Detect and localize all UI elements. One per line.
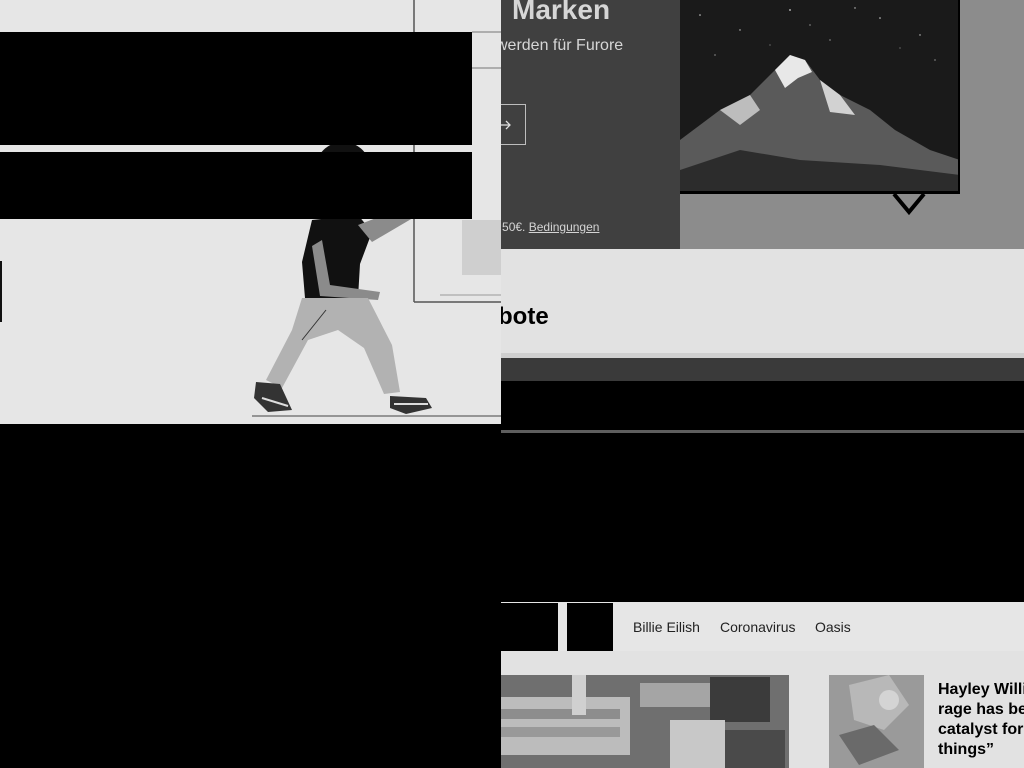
band-divider bbox=[480, 430, 1024, 433]
promo-subtitle: werden für Furore bbox=[496, 37, 624, 54]
trending-link-oasis[interactable]: Oasis bbox=[815, 619, 851, 635]
promo-title: Marken bbox=[512, 0, 611, 25]
article-title[interactable]: Hayley Willi rage has be catalyst for th… bbox=[938, 680, 1024, 760]
scroll-edge-marker bbox=[0, 261, 2, 322]
trending-icon-block[interactable] bbox=[567, 603, 613, 651]
terms-link[interactable]: Bedingungen bbox=[529, 220, 600, 234]
trending-label-block[interactable] bbox=[501, 603, 558, 651]
offers-heading: bote bbox=[498, 303, 549, 330]
mountain-image bbox=[680, 0, 958, 191]
redacted-block-top bbox=[0, 32, 472, 145]
trending-link-billie-eilish[interactable]: Billie Eilish bbox=[633, 619, 700, 635]
ad-placeholder bbox=[480, 381, 1024, 602]
legal-amount: 50€. bbox=[502, 220, 526, 234]
overlay-lower-panel bbox=[0, 424, 501, 768]
dark-band bbox=[480, 358, 1024, 382]
redacted-block-middle bbox=[0, 152, 472, 219]
article-thumbnail[interactable] bbox=[829, 675, 924, 768]
tv-stand bbox=[892, 192, 926, 216]
trending-link-coronavirus[interactable]: Coronavirus bbox=[720, 619, 795, 635]
tv-screen bbox=[680, 0, 960, 194]
article-photo bbox=[829, 675, 924, 768]
music-gear-image bbox=[480, 675, 789, 768]
tv-product-image bbox=[680, 0, 1024, 249]
article-thumbnail-main[interactable] bbox=[480, 675, 789, 768]
